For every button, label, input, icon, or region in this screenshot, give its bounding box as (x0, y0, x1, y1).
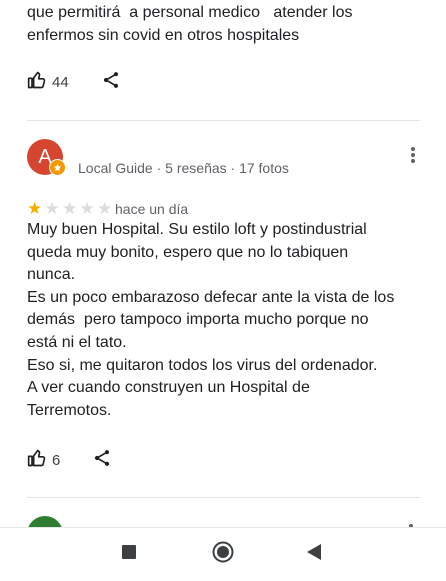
previous-share-button[interactable] (99, 71, 123, 95)
star-icon: ★ (27, 199, 43, 218)
review-text: Muy buen Hospital. Su estilo loft y post… (27, 221, 395, 419)
system-nav-bar (0, 527, 446, 581)
like-count: 6 (52, 452, 61, 469)
star-icon: ★ (97, 199, 113, 218)
review-divider (27, 120, 420, 121)
share-button[interactable] (90, 449, 114, 473)
review-divider (27, 497, 420, 498)
home-button[interactable] (209, 540, 237, 568)
share-icon (92, 448, 112, 473)
review-actions: 6 (27, 448, 114, 473)
more-vert-icon[interactable] (410, 147, 416, 165)
local-guide-badge-icon (49, 159, 66, 176)
back-triangle-icon (306, 543, 322, 565)
thumbs-up-icon (27, 448, 47, 473)
circle-icon (212, 541, 234, 568)
back-button[interactable] (300, 540, 328, 568)
reviewer-meta: Local Guide · 5 reseñas · 17 fotos (78, 160, 289, 176)
recents-button[interactable] (115, 540, 143, 568)
star-icon: ★ (62, 199, 78, 218)
like-button[interactable]: 6 (27, 448, 60, 473)
square-icon (122, 544, 136, 564)
star-icon: ★ (79, 199, 95, 218)
star-rating: ★ ★ ★ ★ ★ (27, 200, 115, 217)
previous-review-actions: 44 (27, 70, 123, 95)
share-icon (101, 70, 121, 95)
previous-review-text: que permitirá a personal medico atender … (27, 4, 353, 44)
review-date: hace un día (115, 201, 189, 217)
star-icon: ★ (44, 199, 60, 218)
previous-like-button[interactable]: 44 (27, 70, 69, 95)
thumbs-up-icon (27, 70, 47, 95)
previous-like-count: 44 (52, 74, 69, 91)
